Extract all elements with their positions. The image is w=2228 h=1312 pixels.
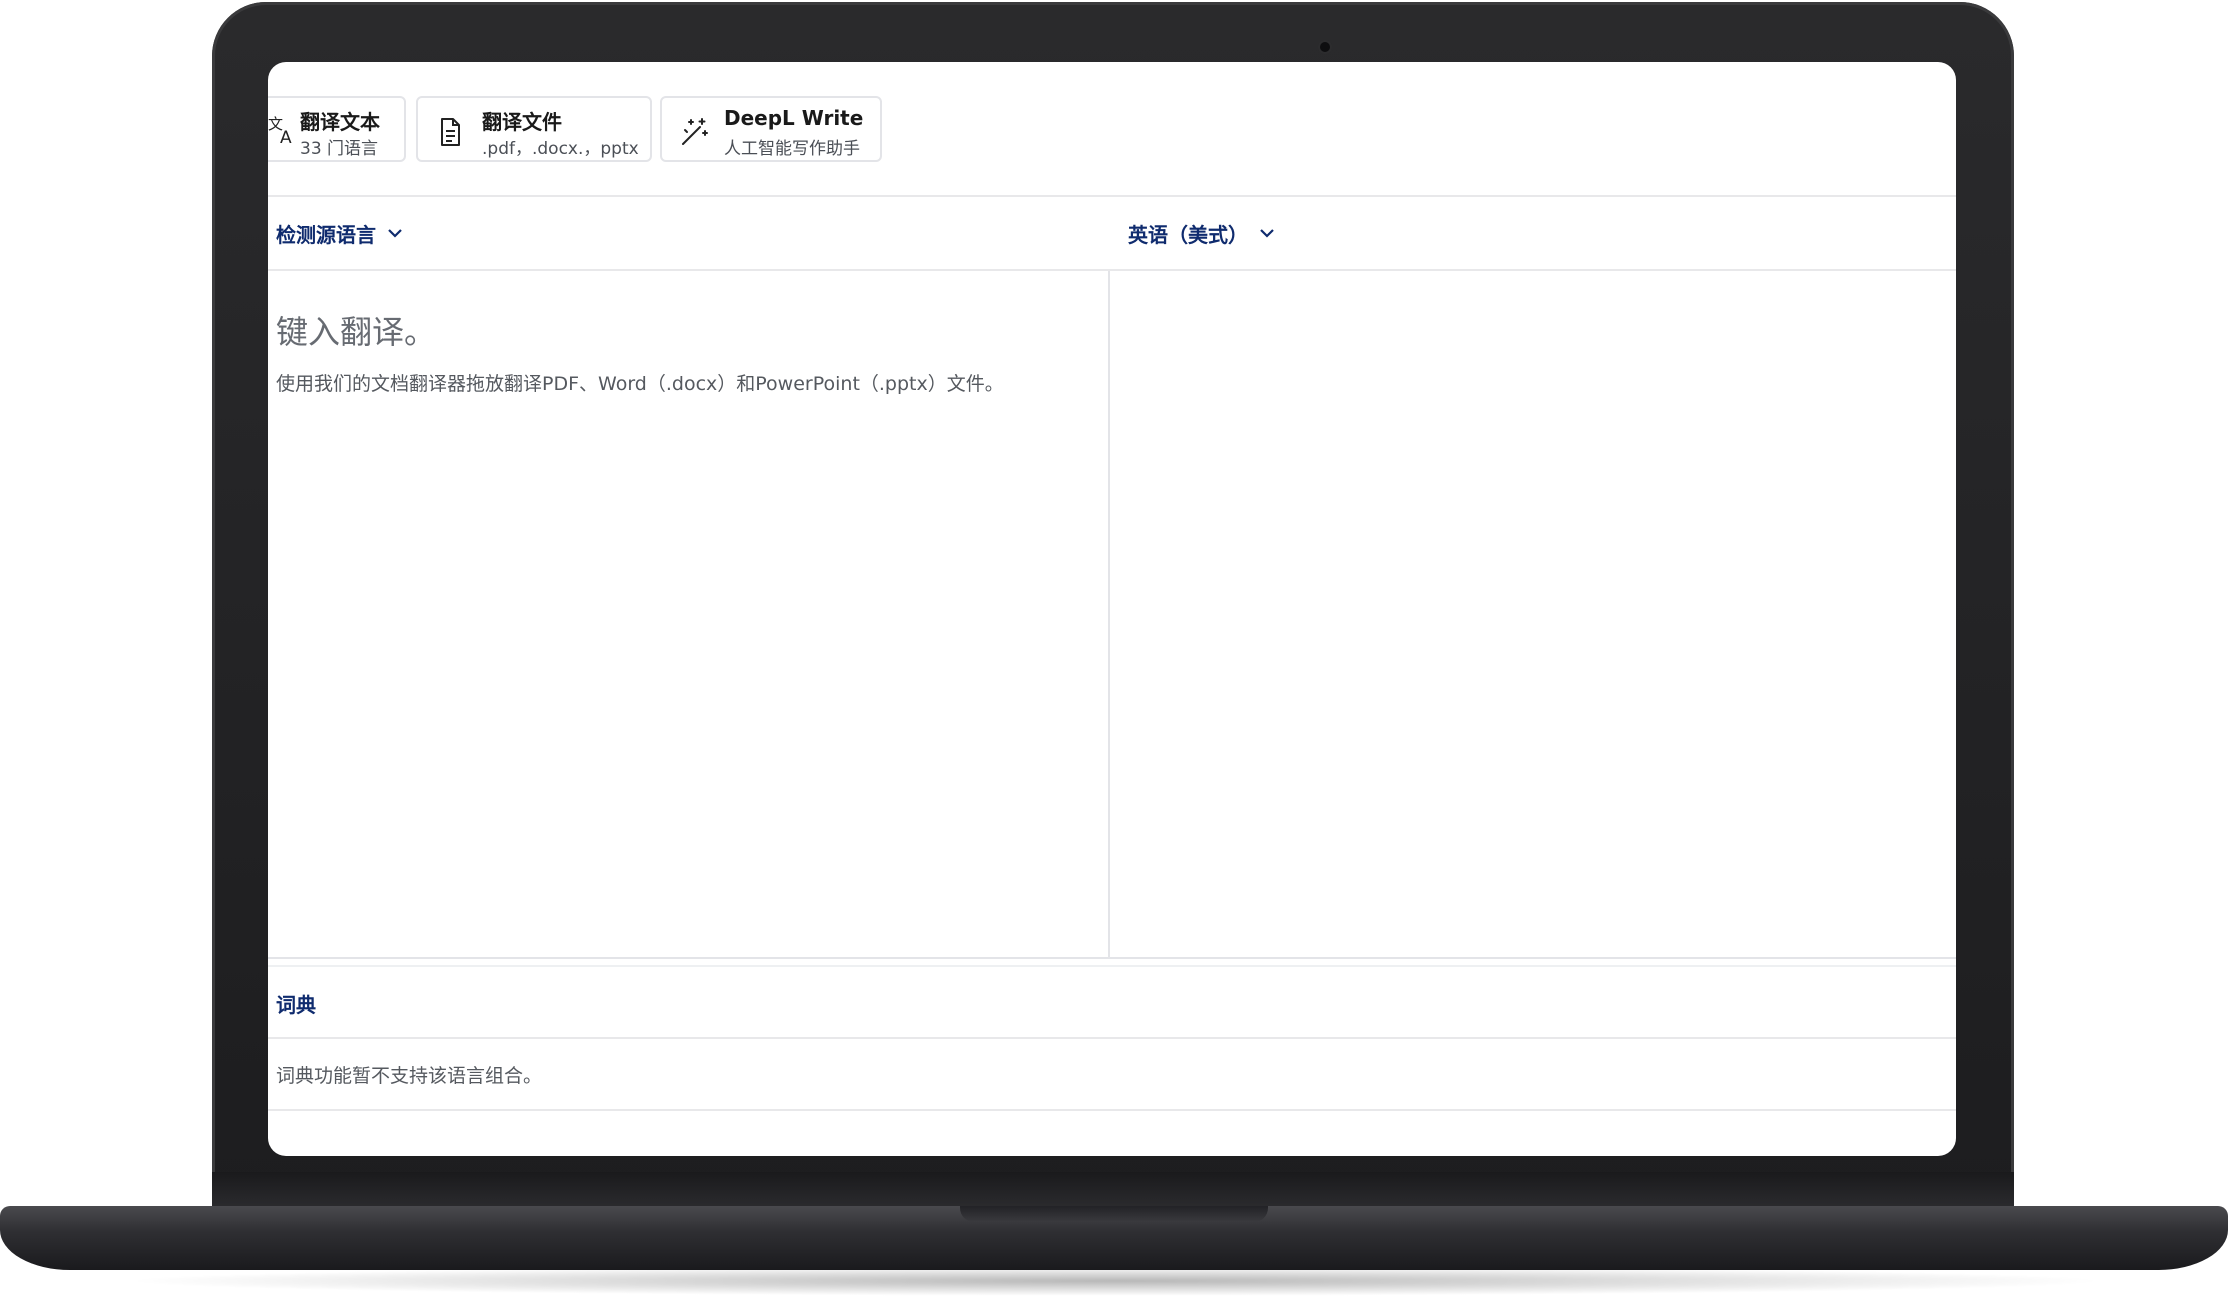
dictionary-body: 词典功能暂不支持该语言组合。 bbox=[268, 1039, 1956, 1111]
laptop-shadow bbox=[120, 1266, 2110, 1296]
tab-subtitle: 人工智能写作助手 bbox=[724, 139, 860, 159]
tab-title: 翻译文件 bbox=[482, 110, 562, 134]
dictionary-header: 词典 bbox=[268, 967, 1956, 1039]
camera-icon bbox=[1320, 42, 1330, 52]
laptop-notch bbox=[960, 1206, 1268, 1222]
laptop-hinge bbox=[212, 1172, 2014, 1208]
translate-icon: 文 A bbox=[268, 114, 298, 148]
target-text-output[interactable] bbox=[1110, 271, 1956, 957]
chevron-down-icon bbox=[1260, 229, 1274, 238]
source-text-input[interactable]: 键入翻译。 使用我们的文档翻译器拖放翻译PDF、Word（.docx）和Powe… bbox=[268, 271, 1110, 957]
divider bbox=[268, 957, 1956, 967]
dictionary-title: 词典 bbox=[276, 993, 316, 1017]
document-icon bbox=[434, 116, 466, 148]
chevron-down-icon bbox=[388, 229, 402, 238]
source-language-label: 检测源语言 bbox=[276, 222, 376, 247]
source-placeholder: 键入翻译。 bbox=[276, 313, 437, 351]
language-selector-row: 检测源语言 英语（美式） bbox=[268, 197, 1956, 271]
target-language-label: 英语（美式） bbox=[1128, 222, 1248, 247]
document-translator-hint: 使用我们的文档翻译器拖放翻译PDF、Word（.docx）和PowerPoint… bbox=[276, 373, 1004, 395]
tab-deepl-write[interactable]: DeepL Write 人工智能写作助手 bbox=[660, 96, 882, 162]
tab-translate-files[interactable]: 翻译文件 .pdf，.docx.，pptx bbox=[416, 96, 652, 162]
source-language-select[interactable]: 检测源语言 bbox=[276, 217, 404, 249]
target-language-select[interactable]: 英语（美式） bbox=[1128, 217, 1276, 249]
svg-text:A: A bbox=[280, 128, 292, 146]
app-screen: 文 A 翻译文本 33 门语言 翻译文件 .pdf，.docx.，pptx De… bbox=[268, 62, 1956, 1156]
dictionary-message: 词典功能暂不支持该语言组合。 bbox=[276, 1065, 543, 1087]
tab-title: DeepL Write bbox=[724, 106, 864, 130]
magic-wand-icon bbox=[678, 116, 710, 148]
tab-subtitle: .pdf，.docx.，pptx bbox=[482, 139, 639, 159]
tab-subtitle: 33 门语言 bbox=[300, 139, 379, 159]
tab-translate-text[interactable]: 文 A 翻译文本 33 门语言 bbox=[268, 96, 406, 162]
tabs-bar: 文 A 翻译文本 33 门语言 翻译文件 .pdf，.docx.，pptx De… bbox=[268, 62, 1956, 197]
tab-title: 翻译文本 bbox=[300, 110, 380, 134]
